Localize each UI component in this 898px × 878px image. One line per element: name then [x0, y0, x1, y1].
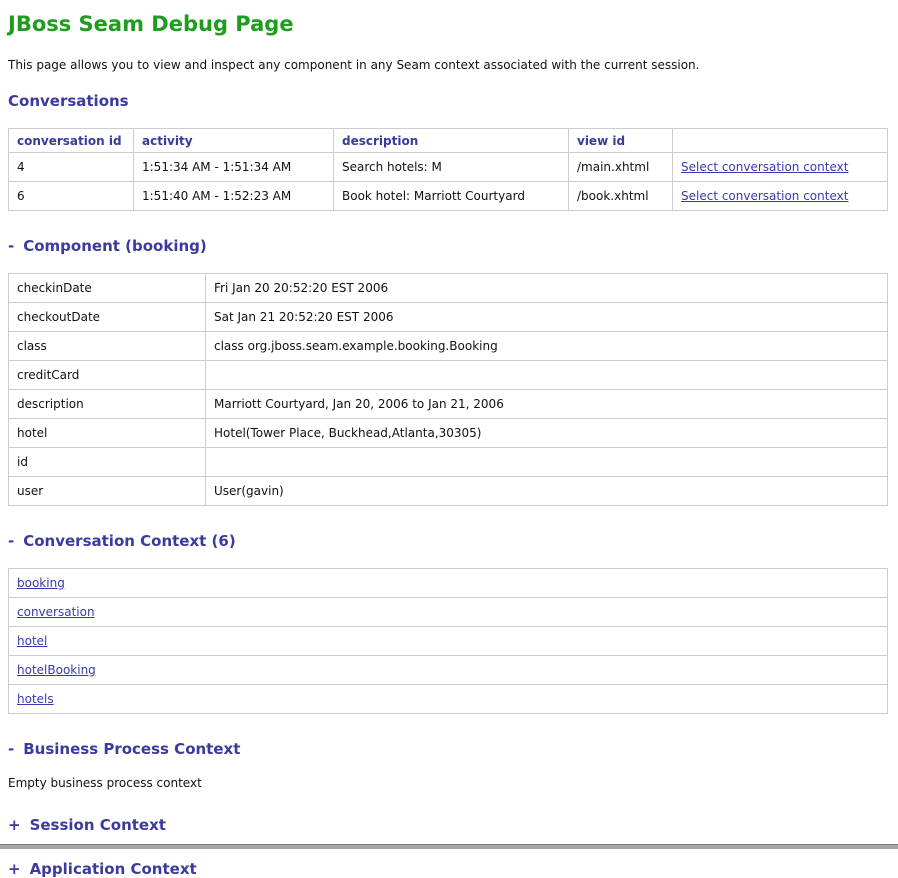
- conversation-row: 4 1:51:34 AM - 1:51:34 AM Search hotels:…: [9, 153, 888, 182]
- property-name-cell: checkoutDate: [9, 303, 206, 332]
- property-value-cell: Hotel(Tower Place, Buckhead,Atlanta,3030…: [206, 419, 888, 448]
- conversations-header-row: conversation id activity description vie…: [9, 129, 888, 153]
- session-context-section-toggle[interactable]: + Session Context: [8, 816, 166, 834]
- collapse-icon: -: [8, 237, 14, 255]
- property-value-cell: Fri Jan 20 20:52:20 EST 2006: [206, 274, 888, 303]
- column-header-action: [673, 129, 888, 153]
- component-row: checkoutDate Sat Jan 21 20:52:20 EST 200…: [9, 303, 888, 332]
- property-name-cell: creditCard: [9, 361, 206, 390]
- application-context-section-toggle[interactable]: + Application Context: [8, 860, 197, 878]
- property-value-cell: [206, 361, 888, 390]
- collapse-icon: -: [8, 740, 14, 758]
- window-bottom-edge: [0, 844, 898, 849]
- business-process-empty-text: Empty business process context: [8, 776, 888, 790]
- component-section-heading: -Component (booking): [8, 237, 888, 255]
- context-item-cell: conversation: [9, 598, 888, 627]
- context-item-link[interactable]: conversation: [17, 605, 95, 619]
- property-value-cell: Sat Jan 21 20:52:20 EST 2006: [206, 303, 888, 332]
- property-name-cell: hotel: [9, 419, 206, 448]
- conversation-activity-cell: 1:51:40 AM - 1:52:23 AM: [134, 182, 334, 211]
- column-header-activity: activity: [134, 129, 334, 153]
- conversations-table: conversation id activity description vie…: [8, 128, 888, 211]
- conversation-view-id-cell: /book.xhtml: [569, 182, 673, 211]
- context-item-cell: hotel: [9, 627, 888, 656]
- column-header-conversation-id: conversation id: [9, 129, 134, 153]
- conversation-context-table: booking conversation hotel hotelBooking: [8, 568, 888, 714]
- context-item-link[interactable]: hotels: [17, 692, 54, 706]
- conversations-heading: Conversations: [8, 92, 888, 110]
- component-row: class class org.jboss.seam.example.booki…: [9, 332, 888, 361]
- property-name-cell: checkinDate: [9, 274, 206, 303]
- column-header-description: description: [334, 129, 569, 153]
- context-item-link[interactable]: hotelBooking: [17, 663, 96, 677]
- conversation-context-section-toggle[interactable]: -Conversation Context (6): [8, 532, 236, 550]
- conversation-view-id-cell: /main.xhtml: [569, 153, 673, 182]
- conversation-action-cell: Select conversation context: [673, 182, 888, 211]
- component-row: user User(gavin): [9, 477, 888, 506]
- context-item-link[interactable]: hotel: [17, 634, 47, 648]
- column-header-view-id: view id: [569, 129, 673, 153]
- conversation-description-cell: Book hotel: Marriott Courtyard: [334, 182, 569, 211]
- expand-icon: +: [8, 816, 21, 834]
- context-item-row: hotels: [9, 685, 888, 714]
- property-value-cell: class org.jboss.seam.example.booking.Boo…: [206, 332, 888, 361]
- conversation-context-section-heading: -Conversation Context (6): [8, 532, 888, 550]
- debug-page: JBoss Seam Debug Page This page allows y…: [0, 0, 898, 878]
- component-row: hotel Hotel(Tower Place, Buckhead,Atlant…: [9, 419, 888, 448]
- context-item-row: booking: [9, 569, 888, 598]
- component-row: creditCard: [9, 361, 888, 390]
- conversation-context-heading-label: Conversation Context (6): [23, 532, 235, 550]
- conversation-id-cell: 4: [9, 153, 134, 182]
- expand-icon: +: [8, 860, 21, 878]
- context-item-cell: hotelBooking: [9, 656, 888, 685]
- component-row: id: [9, 448, 888, 477]
- business-process-section-heading: -Business Process Context: [8, 740, 888, 758]
- conversation-action-cell: Select conversation context: [673, 153, 888, 182]
- component-heading-label: Component (booking): [23, 237, 207, 255]
- context-item-link[interactable]: booking: [17, 576, 65, 590]
- conversation-row: 6 1:51:40 AM - 1:52:23 AM Book hotel: Ma…: [9, 182, 888, 211]
- session-context-section-heading: + Session Context: [8, 816, 888, 834]
- select-conversation-context-link[interactable]: Select conversation context: [681, 189, 848, 203]
- context-item-cell: booking: [9, 569, 888, 598]
- property-value-cell: User(gavin): [206, 477, 888, 506]
- property-name-cell: id: [9, 448, 206, 477]
- property-value-cell: [206, 448, 888, 477]
- session-context-heading-label: Session Context: [30, 816, 166, 834]
- component-row: checkinDate Fri Jan 20 20:52:20 EST 2006: [9, 274, 888, 303]
- collapse-icon: -: [8, 532, 14, 550]
- application-context-section-heading: + Application Context: [8, 860, 888, 878]
- page-title: JBoss Seam Debug Page: [8, 12, 888, 36]
- component-row: description Marriott Courtyard, Jan 20, …: [9, 390, 888, 419]
- property-name-cell: user: [9, 477, 206, 506]
- business-process-section-toggle[interactable]: -Business Process Context: [8, 740, 240, 758]
- conversation-id-cell: 6: [9, 182, 134, 211]
- component-table: checkinDate Fri Jan 20 20:52:20 EST 2006…: [8, 273, 888, 506]
- property-value-cell: Marriott Courtyard, Jan 20, 2006 to Jan …: [206, 390, 888, 419]
- property-name-cell: class: [9, 332, 206, 361]
- context-item-row: hotel: [9, 627, 888, 656]
- application-context-heading-label: Application Context: [30, 860, 197, 878]
- context-item-row: hotelBooking: [9, 656, 888, 685]
- page-intro: This page allows you to view and inspect…: [8, 58, 888, 72]
- component-section-toggle[interactable]: -Component (booking): [8, 237, 207, 255]
- conversation-description-cell: Search hotels: M: [334, 153, 569, 182]
- context-item-row: conversation: [9, 598, 888, 627]
- property-name-cell: description: [9, 390, 206, 419]
- select-conversation-context-link[interactable]: Select conversation context: [681, 160, 848, 174]
- business-process-heading-label: Business Process Context: [23, 740, 240, 758]
- conversation-activity-cell: 1:51:34 AM - 1:51:34 AM: [134, 153, 334, 182]
- context-item-cell: hotels: [9, 685, 888, 714]
